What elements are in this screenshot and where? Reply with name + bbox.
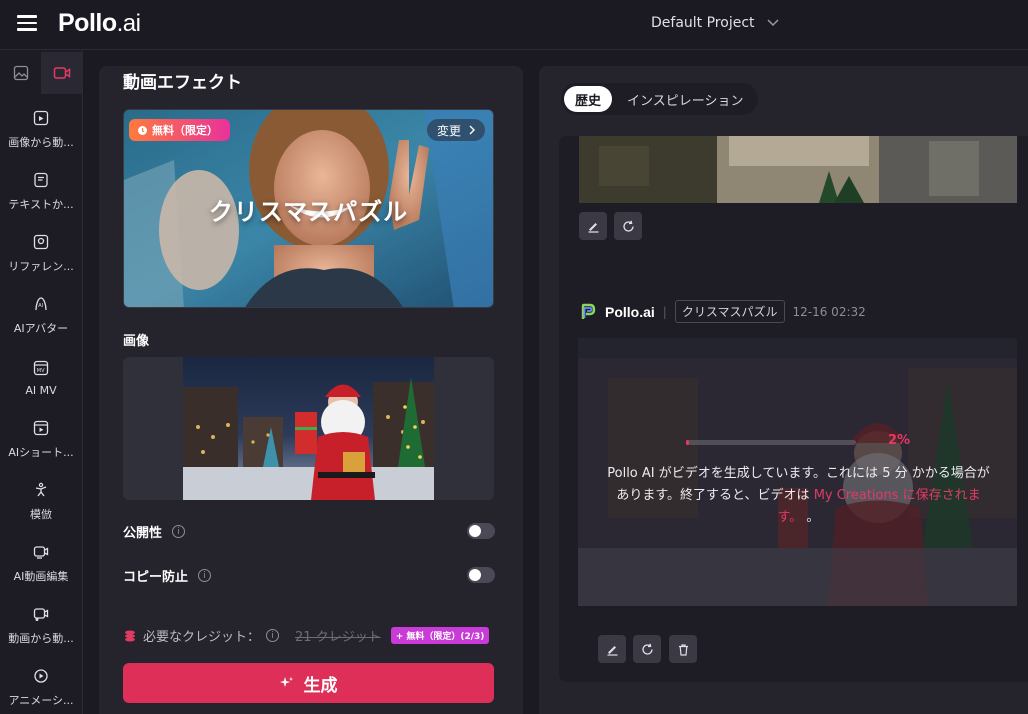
- tab-inspiration[interactable]: インスピレーション: [616, 86, 754, 112]
- generation-progress: 2%: [686, 433, 910, 448]
- regenerate-button[interactable]: [633, 635, 661, 663]
- history-tabs: 歴史 インスピレーション: [561, 83, 758, 115]
- progress-percent: 2%: [888, 433, 911, 448]
- reference-icon: [31, 232, 51, 252]
- chevron-right-icon: [469, 125, 475, 135]
- effect-preview-card[interactable]: 無料（限定） 変更 クリスマスパズル: [123, 109, 494, 308]
- text-to-video-icon: [31, 170, 51, 190]
- sidebar-item-image-to-video[interactable]: 画像から動...: [0, 98, 82, 160]
- previous-video-frames[interactable]: [579, 136, 1017, 203]
- progress-fill: [686, 440, 690, 445]
- menu-icon[interactable]: [17, 15, 37, 31]
- top-header: Pollo.ai Default Project: [0, 0, 1028, 50]
- sidebar-item-mimic[interactable]: 模倣: [0, 470, 82, 532]
- generation-card-header: Pollo.ai | クリスマスパズル 12-16 02:32: [579, 300, 866, 323]
- project-selector[interactable]: Default Project: [651, 15, 779, 31]
- original-credit-cost: 21 クレジット: [295, 630, 381, 645]
- image-icon: [13, 65, 28, 81]
- copy-protect-toggle[interactable]: [467, 567, 495, 583]
- required-credits-row: 必要なクレジット： i 21 クレジット + 無料（限定）(2/3): [123, 626, 490, 645]
- image-to-video-icon: [31, 108, 51, 128]
- svg-text:MV: MV: [37, 368, 45, 374]
- copy-protect-label: コピー防止 i: [123, 566, 212, 585]
- effect-settings-panel: 動画エフェクト 無料（限定） 変更 クリスマスパズル 画像 公開性 i コピー防…: [99, 66, 523, 714]
- animation-icon: [31, 666, 51, 686]
- generation-card: Pollo.ai | クリスマスパズル 12-16 02:32 2% Pollo…: [559, 278, 1028, 682]
- sidebar-item-text-to-video[interactable]: テキストか...: [0, 160, 82, 222]
- tab-video-mode[interactable]: [41, 52, 82, 94]
- clock-icon: [138, 125, 147, 135]
- sidebar-item-reference[interactable]: リファレン...: [0, 222, 82, 284]
- panel-title: 動画エフェクト: [123, 73, 242, 93]
- tab-image-mode[interactable]: [0, 52, 41, 94]
- sidebar-item-ai-mv[interactable]: MV AI MV: [0, 346, 82, 408]
- refresh-icon: [622, 220, 634, 232]
- logo[interactable]: Pollo.ai: [58, 9, 141, 38]
- effect-name: クリスマスパズル: [208, 198, 409, 226]
- generate-button[interactable]: 生成: [123, 663, 494, 703]
- trash-icon: [678, 643, 688, 656]
- svg-text:AI: AI: [38, 303, 43, 309]
- edit-button[interactable]: [579, 212, 607, 240]
- info-icon[interactable]: i: [172, 525, 186, 538]
- image-section-label: 画像: [123, 334, 150, 349]
- chevron-down-icon: [766, 19, 779, 27]
- coins-icon: [125, 630, 135, 641]
- generating-video-preview: 2% Pollo AI がビデオを生成しています。これには 5 分 かかる場合が…: [578, 338, 1017, 606]
- edit-icon: [588, 222, 598, 233]
- effect-tag: クリスマスパズル: [674, 300, 785, 323]
- sparkle-icon: [279, 677, 293, 687]
- edit-icon: [607, 645, 617, 656]
- uploaded-santa-image: [183, 357, 434, 500]
- progress-track: [686, 440, 856, 445]
- sidebar-item-ai-video-edit[interactable]: AI動画編集: [0, 532, 82, 594]
- project-name: Default Project: [651, 15, 755, 31]
- image-upload-area[interactable]: [123, 357, 494, 500]
- music-video-icon: MV: [31, 358, 51, 378]
- tab-history[interactable]: 歴史: [564, 86, 613, 112]
- info-icon[interactable]: i: [198, 569, 212, 582]
- avatar-icon: AI: [31, 294, 51, 314]
- refresh-icon: [641, 643, 653, 655]
- delete-button[interactable]: [669, 635, 697, 663]
- sidebar-item-animation[interactable]: アニメーシ...: [0, 656, 82, 714]
- dance-figure-icon: [31, 480, 51, 500]
- free-uses-badge: + 無料（限定）(2/3): [390, 627, 490, 644]
- pollo-logo-icon: [581, 303, 596, 319]
- regenerate-button[interactable]: [614, 212, 642, 240]
- generation-message: Pollo AI がビデオを生成しています。これには 5 分 かかる場合がありま…: [607, 466, 990, 525]
- info-icon[interactable]: i: [266, 629, 280, 642]
- video-icon: [53, 67, 70, 79]
- sidebar-item-ai-avatar[interactable]: AI AIアバター: [0, 284, 82, 346]
- free-limited-badge: 無料（限定）: [129, 119, 230, 141]
- history-panel: 歴史 インスピレーション Pollo.ai | クリスマスパズル 12-16 0…: [539, 66, 1028, 714]
- edit-button[interactable]: [598, 635, 626, 663]
- timestamp: 12-16 02:32: [792, 304, 866, 319]
- video-edit-icon: [31, 542, 51, 562]
- shorts-icon: [31, 418, 51, 438]
- public-setting-label: 公開性 i: [123, 522, 186, 541]
- public-toggle[interactable]: [467, 523, 495, 539]
- sidebar-item-video-to-video[interactable]: 動画から動...: [0, 594, 82, 656]
- change-effect-button[interactable]: 変更: [426, 119, 485, 141]
- video-convert-icon: [31, 604, 51, 624]
- sidebar-item-ai-shorts[interactable]: AIショート...: [0, 408, 82, 470]
- sidebar: 画像から動... テキストか... リファレン... AI AIアバター MV …: [0, 50, 83, 714]
